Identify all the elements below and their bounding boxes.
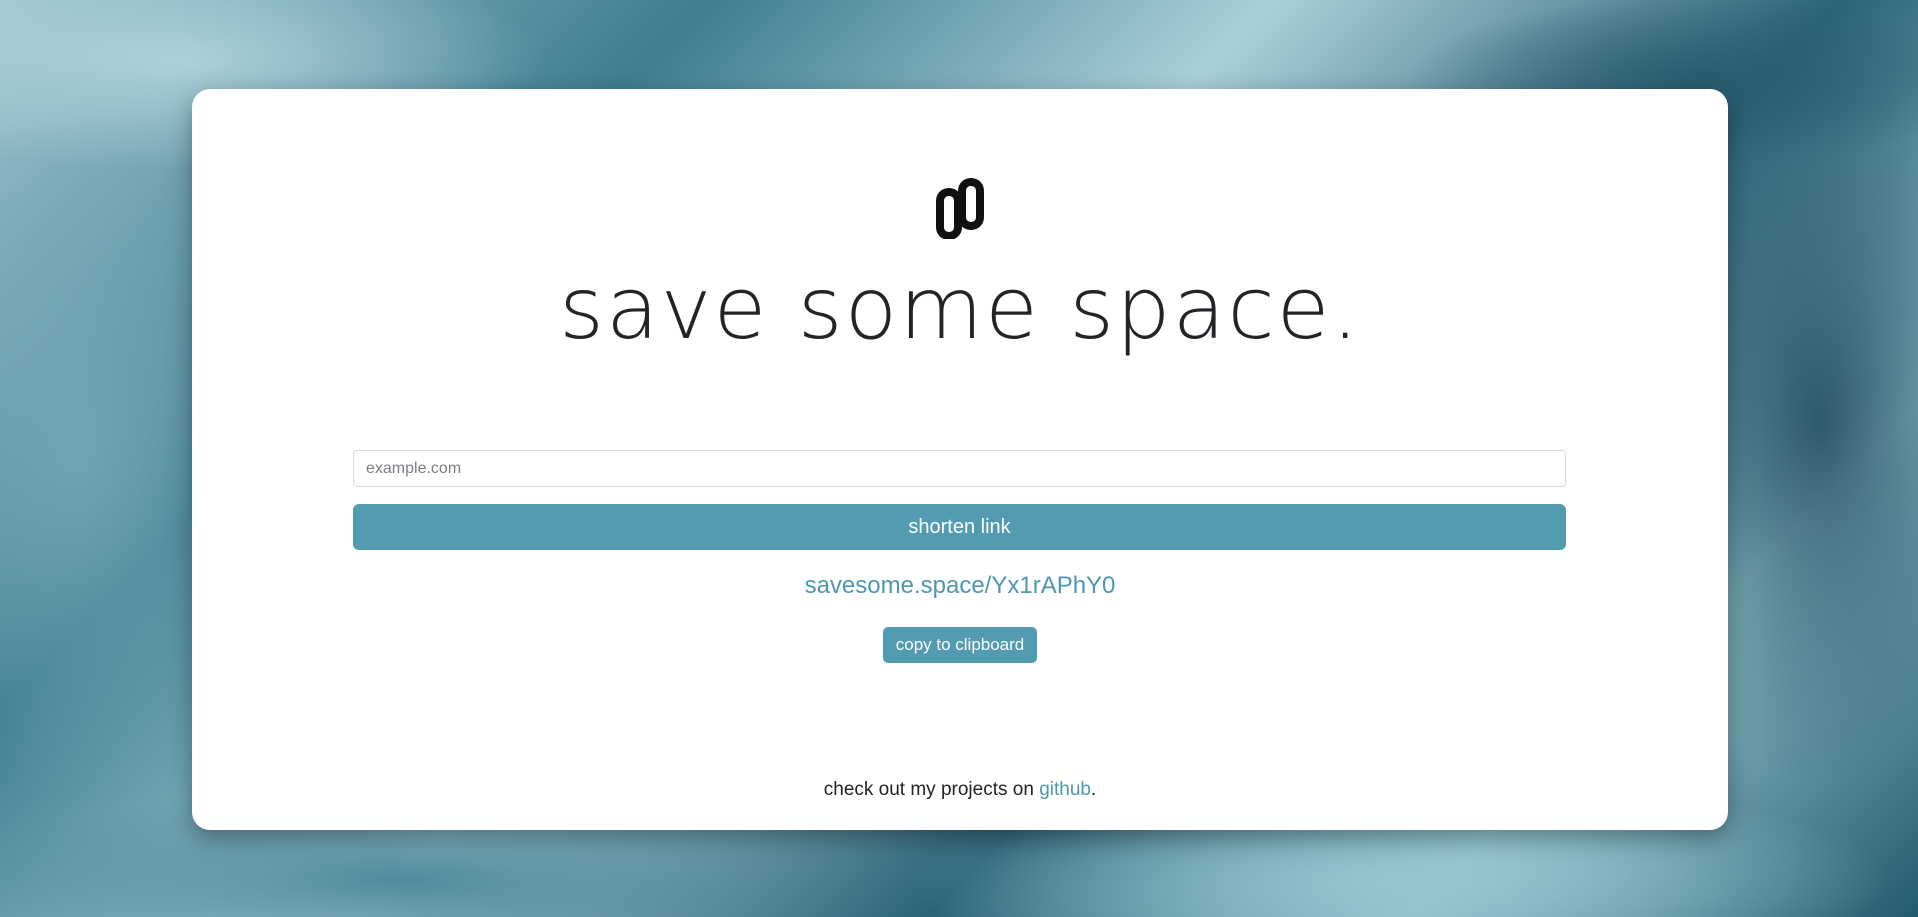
footer-suffix: . xyxy=(1090,779,1097,800)
shorten-link-button[interactable]: shorten link xyxy=(353,504,1566,550)
main-card: save some space. shorten link savesome.s… xyxy=(192,89,1728,830)
copy-to-clipboard-button[interactable]: copy to clipboard xyxy=(883,627,1037,663)
footer-prefix: check out my projects on xyxy=(823,779,1040,800)
github-link[interactable]: github xyxy=(1039,779,1091,800)
footer: check out my projects on github. xyxy=(192,779,1728,801)
page-title: save some space. xyxy=(559,259,1361,359)
short-url-link[interactable]: savesome.space/Yx1rAPhY0 xyxy=(192,572,1728,600)
url-input[interactable] xyxy=(353,450,1566,487)
link-chain-icon xyxy=(936,178,984,239)
